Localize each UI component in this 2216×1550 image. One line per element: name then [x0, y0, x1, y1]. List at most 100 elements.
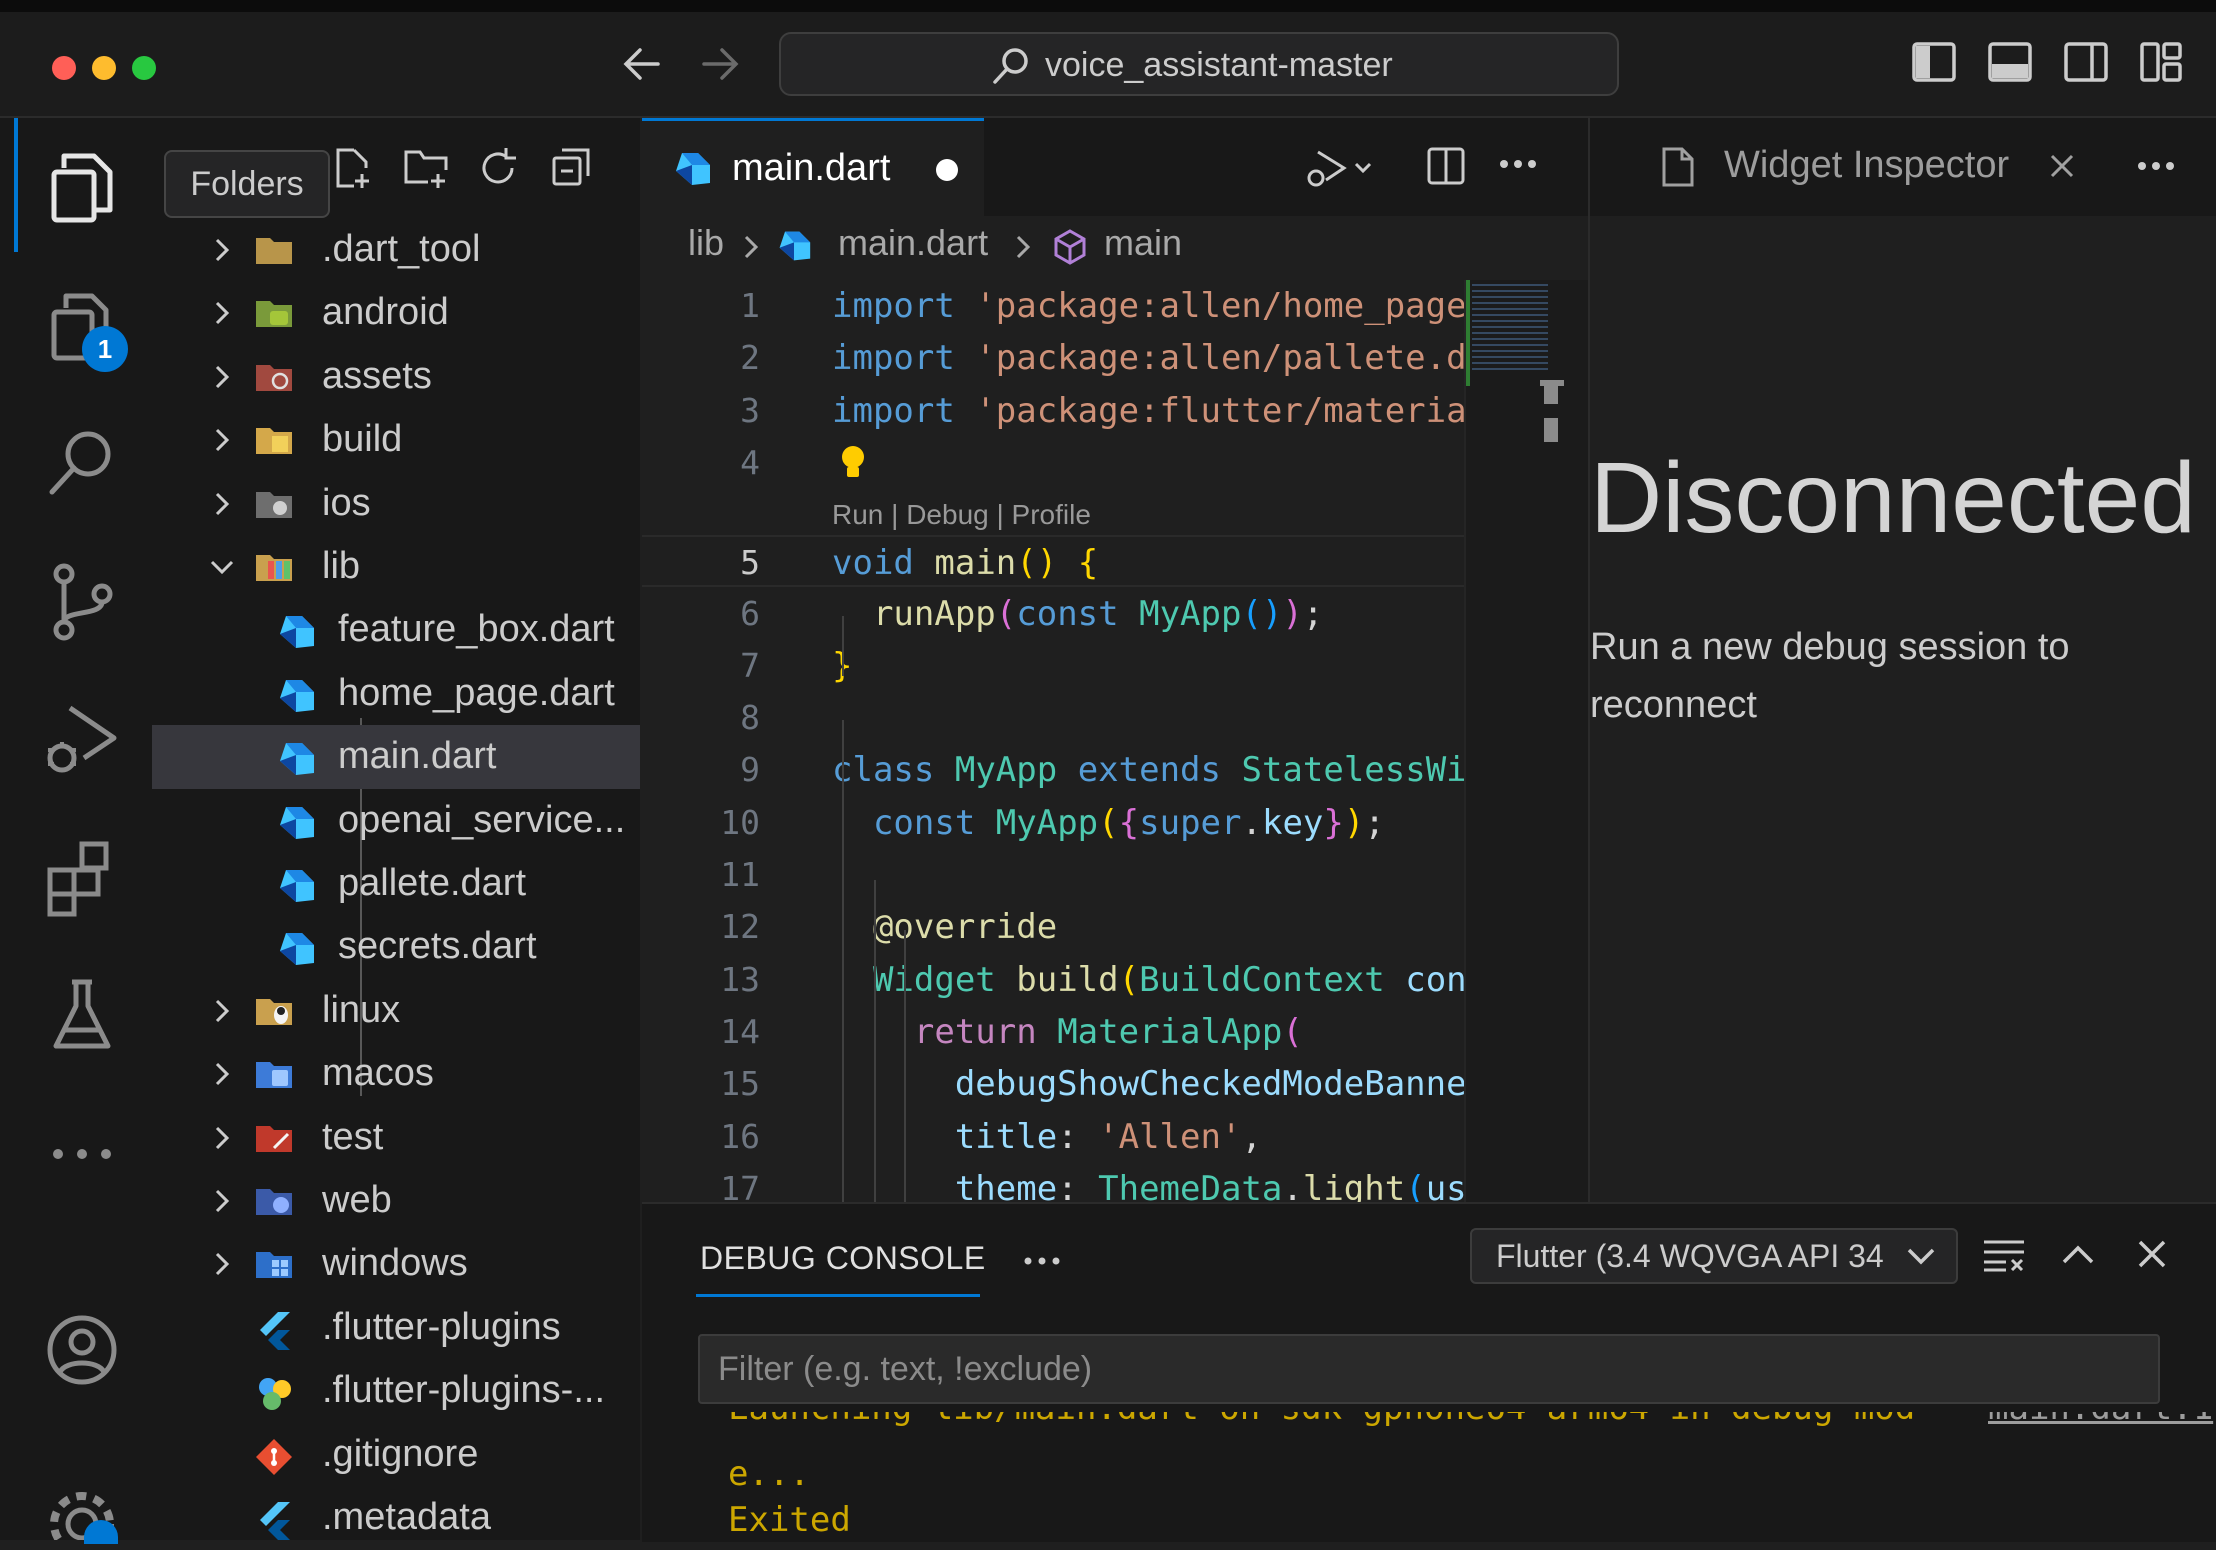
- forward-arrow-icon[interactable]: [700, 46, 740, 82]
- command-center-search[interactable]: voice_assistant-master: [779, 32, 1619, 96]
- tree-folder-row[interactable]: macos: [152, 1042, 640, 1106]
- tree-file-row[interactable]: .flutter-plugins-...: [152, 1359, 640, 1423]
- toggle-primary-sidebar-icon[interactable]: [1912, 42, 1956, 82]
- panel-more-icon[interactable]: [1022, 1254, 1062, 1268]
- tree-file-row[interactable]: secrets.dart: [152, 915, 640, 979]
- editor-more-actions-icon[interactable]: [1498, 156, 1538, 172]
- tree-folder-row[interactable]: build: [152, 408, 640, 472]
- search-activity-icon[interactable]: [40, 422, 124, 506]
- filter-input[interactable]: Filter (e.g. text, !exclude): [698, 1334, 2160, 1404]
- chevron-right-icon[interactable]: [208, 426, 236, 454]
- tree-folder-row[interactable]: android: [152, 281, 640, 345]
- chevron-right-icon[interactable]: [208, 1124, 236, 1152]
- code-line[interactable]: 9 class MyApp extends StatelessWi: [642, 744, 1464, 796]
- accounts-icon[interactable]: [40, 1308, 124, 1392]
- tree-folder-row[interactable]: test: [152, 1106, 640, 1170]
- code-line[interactable]: 6 runApp(const MyApp());: [642, 588, 1464, 640]
- close-icon[interactable]: [2048, 152, 2076, 180]
- tree-folder-row[interactable]: lib: [152, 535, 640, 599]
- tree-file-row[interactable]: .flutter-plugins: [152, 1296, 640, 1360]
- chevron-right-icon[interactable]: [208, 363, 236, 391]
- chevron-right-icon[interactable]: [208, 1060, 236, 1088]
- code-line[interactable]: 11: [642, 849, 1464, 901]
- code-token: import: [832, 338, 955, 379]
- codelens-run-debug-profile[interactable]: Run | Debug | Profile: [832, 499, 1091, 531]
- code-text: runApp(const MyApp());: [832, 594, 1323, 634]
- code-line[interactable]: 10 const MyApp({super.key});: [642, 797, 1464, 849]
- tab-widget-inspector[interactable]: Widget Inspector: [1636, 118, 2110, 216]
- chevron-right-icon[interactable]: [208, 236, 236, 264]
- new-file-icon[interactable]: [330, 146, 374, 190]
- tree-folder-row[interactable]: .dart_tool: [152, 218, 640, 282]
- toggle-panel-icon[interactable]: [1988, 42, 2032, 82]
- tree-file-row[interactable]: home_page.dart: [152, 662, 640, 726]
- tree-folder-row[interactable]: windows: [152, 1232, 640, 1296]
- explorer-icon[interactable]: [40, 146, 124, 230]
- code-line[interactable]: 1 import 'package:allen/home_page: [642, 280, 1464, 332]
- run-debug-icon[interactable]: [40, 698, 124, 782]
- minimize-window-button[interactable]: [92, 56, 116, 80]
- console-source-link[interactable]: main.dart:1: [1988, 1412, 2213, 1428]
- tree-folder-row[interactable]: web: [152, 1169, 640, 1233]
- tree-folder-row[interactable]: linux: [152, 979, 640, 1043]
- code-line[interactable]: 7}: [642, 640, 1464, 692]
- breadcrumb-symbol[interactable]: main: [1104, 222, 1182, 264]
- code-line[interactable]: 17 theme: ThemeData.light(us: [642, 1163, 1464, 1202]
- code-line[interactable]: 13 Widget build(BuildContext con: [642, 954, 1464, 1006]
- minimap[interactable]: [1464, 280, 1590, 1202]
- chevron-right-icon[interactable]: [208, 997, 236, 1025]
- clear-console-icon[interactable]: [1982, 1238, 2026, 1274]
- source-control-icon[interactable]: [40, 560, 124, 644]
- extensions-icon[interactable]: [40, 836, 124, 920]
- refresh-explorer-icon[interactable]: [476, 146, 520, 190]
- maximize-panel-icon[interactable]: [2060, 1242, 2096, 1266]
- chevron-right-icon[interactable]: [208, 1187, 236, 1215]
- chevron-right-icon[interactable]: [208, 1250, 236, 1278]
- back-arrow-icon[interactable]: [622, 46, 662, 82]
- tree-file-row[interactable]: feature_box.dart: [152, 598, 640, 662]
- close-window-button[interactable]: [52, 56, 76, 80]
- zoom-window-button[interactable]: [132, 56, 156, 80]
- new-folder-icon[interactable]: [402, 146, 450, 190]
- close-panel-icon[interactable]: [2136, 1238, 2168, 1270]
- tree-folder-row[interactable]: assets: [152, 345, 640, 409]
- tree-item-label: web: [322, 1179, 392, 1221]
- breadcrumb-folder[interactable]: lib: [688, 222, 724, 264]
- split-editor-icon[interactable]: [1426, 146, 1466, 186]
- code-line[interactable]: 2 import 'package:allen/pallete.d: [642, 332, 1464, 384]
- tab-debug-console[interactable]: DEBUG CONSOLE: [700, 1240, 986, 1277]
- editor-group: main.dart lib main.dart main 1 import 'pa…: [642, 118, 1590, 1202]
- code-area[interactable]: 1 import 'package:allen/home_page 2 import …: [642, 280, 1464, 1202]
- code-line[interactable]: 15 debugShowCheckedModeBanne: [642, 1058, 1464, 1110]
- code-token: ;: [1364, 802, 1385, 843]
- code-line[interactable]: 16 title: 'Allen',: [642, 1111, 1464, 1163]
- chevron-right-icon[interactable]: [208, 490, 236, 518]
- customize-layout-icon[interactable]: [2140, 42, 2184, 82]
- tree-file-row[interactable]: pallete.dart: [152, 852, 640, 916]
- code-line[interactable]: 8: [642, 692, 1464, 744]
- tree-file-row[interactable]: .metadata: [152, 1486, 640, 1550]
- testing-flask-icon[interactable]: [40, 974, 124, 1058]
- tab-main-dart[interactable]: main.dart: [642, 118, 984, 216]
- code-line[interactable]: 4: [642, 437, 1464, 489]
- toggle-secondary-sidebar-icon[interactable]: [2064, 42, 2108, 82]
- tree-file-row[interactable]: main.dart: [152, 725, 640, 790]
- collapse-folders-icon[interactable]: [550, 146, 594, 190]
- run-debug-dropdown-icon[interactable]: [1304, 146, 1374, 190]
- lightbulb-icon[interactable]: [838, 443, 868, 483]
- code-line[interactable]: 12 @override: [642, 901, 1464, 953]
- tree-file-row[interactable]: .gitignore: [152, 1423, 640, 1487]
- code-line[interactable]: 5 void main() {: [642, 535, 1464, 588]
- unsaved-dot-icon[interactable]: [936, 159, 958, 181]
- inspector-tab-bar: Widget Inspector: [1590, 118, 2216, 216]
- chevron-down-icon[interactable]: [208, 553, 236, 581]
- code-line[interactable]: 3 import 'package:flutter/materia: [642, 385, 1464, 437]
- chevron-right-icon[interactable]: [208, 299, 236, 327]
- debug-session-select[interactable]: Flutter (3.4 WQVGA API 34: [1470, 1228, 1958, 1284]
- breadcrumb-file[interactable]: main.dart: [838, 222, 988, 264]
- tree-file-row[interactable]: openai_service...: [152, 789, 640, 853]
- tree-folder-row[interactable]: ios: [152, 472, 640, 536]
- inspector-more-actions-icon[interactable]: [2136, 158, 2176, 174]
- more-views-icon[interactable]: [40, 1112, 124, 1196]
- code-line[interactable]: 14 return MaterialApp(: [642, 1006, 1464, 1058]
